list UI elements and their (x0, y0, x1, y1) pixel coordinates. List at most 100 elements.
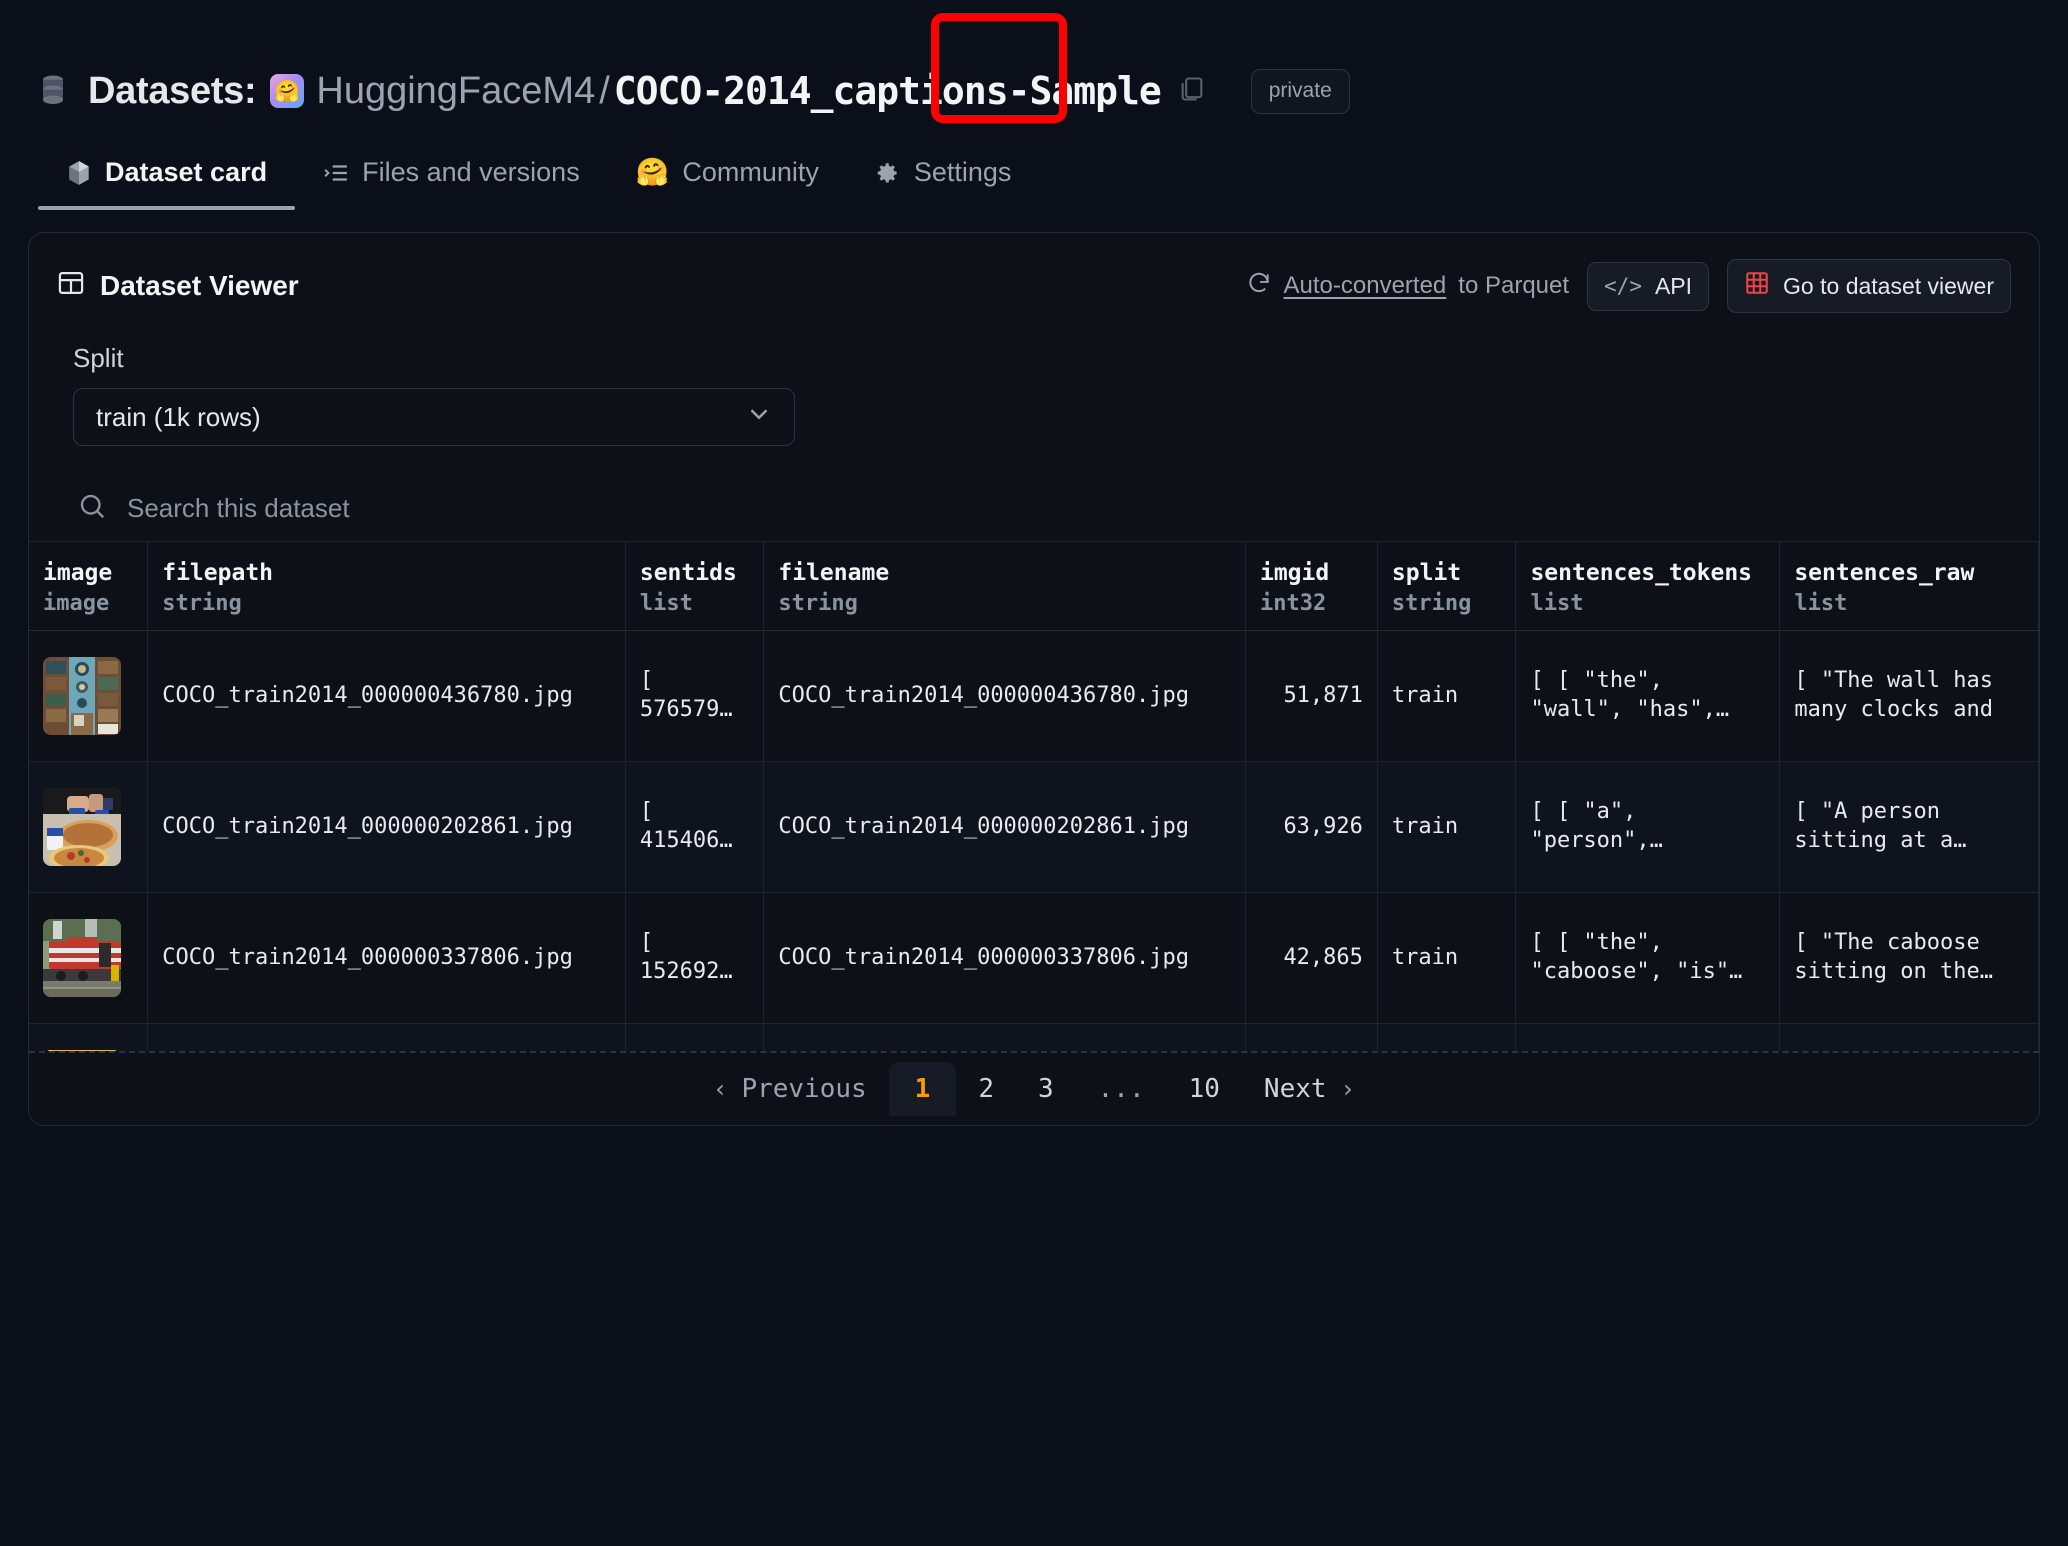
viewer-title-text: Dataset Viewer (100, 270, 299, 301)
cell-sentences-tokens: [ [ "a", "person",… (1515, 761, 1781, 893)
search-row[interactable]: Search this dataset (29, 476, 2039, 542)
search-input[interactable]: Search this dataset (127, 493, 350, 524)
column-name: image (43, 560, 113, 586)
column-header-sentences-tokens[interactable]: sentences_tokens list (1515, 542, 1781, 631)
page-button-1[interactable]: 1 (888, 1062, 957, 1116)
column-type: image (43, 591, 110, 616)
tab-community[interactable]: 🤗 Community (608, 156, 847, 210)
page-button-2[interactable]: 2 (956, 1062, 1016, 1116)
page-button-10[interactable]: 10 (1167, 1062, 1242, 1116)
table-row[interactable]: COCO_train2014_000000337806.jpg [ 152692… (29, 892, 2039, 1024)
cell-sentences-raw: [ "The wall has many clocks and (1779, 630, 2039, 762)
column-header-split[interactable]: split string (1377, 542, 1517, 631)
tab-bar: Dataset card Files and versions 🤗 Commun… (0, 130, 2068, 210)
tab-label: Dataset card (105, 157, 268, 187)
table-row[interactable]: COCO_train2014_000000436780.jpg [ 576579… (29, 630, 2039, 762)
files-icon (323, 160, 349, 186)
ellipsis: ... (1097, 1074, 1145, 1104)
cell-imgid: 42,865 (1245, 892, 1378, 1024)
cell-sentences-tokens: [ [ "the", "wall", "has",… (1515, 630, 1781, 762)
pizza-table-thumbnail[interactable] (43, 787, 121, 866)
column-name: filepath (162, 560, 274, 586)
column-header-sentences-raw[interactable]: sentences_raw list (1779, 542, 2039, 631)
column-type: int32 (1259, 591, 1327, 616)
column-type: string (1391, 591, 1472, 616)
cell-image[interactable] (29, 630, 149, 762)
go-to-viewer-label: Go to dataset viewer (1783, 272, 1994, 299)
page-number: 10 (1188, 1074, 1220, 1104)
viewer-actions: Auto-converted to Parquet </> API Go to … (1246, 259, 2011, 313)
auto-converted-suffix: to Parquet (1458, 272, 1570, 299)
column-name: sentences_tokens (1530, 560, 1753, 586)
page-number: 1 (914, 1074, 931, 1104)
split-select-value: train (1k rows) (96, 401, 261, 432)
status-badge: private (1250, 68, 1350, 114)
hugging-face-icon: 🤗 (635, 157, 670, 187)
cell-filepath: COCO_train2014_000000337806.jpg (147, 892, 626, 1024)
tab-label: Settings (913, 157, 1012, 187)
column-name: split (1391, 560, 1462, 586)
column-name: imgid (1259, 560, 1330, 586)
search-icon (77, 491, 107, 526)
previous-page-button[interactable]: ‹ Previous (691, 1062, 889, 1116)
cell-sentids: [ 152692… (625, 892, 765, 1024)
cell-image[interactable] (29, 892, 149, 1024)
cell-filename: COCO_train2014_000000337806.jpg (763, 892, 1246, 1024)
owner-link[interactable]: 🤗 HuggingFaceM4 (270, 70, 595, 113)
api-button[interactable]: </> API (1587, 261, 1710, 311)
column-header-filename[interactable]: filename string (763, 542, 1246, 631)
chevron-down-icon (744, 399, 774, 436)
tab-files-and-versions[interactable]: Files and versions (295, 157, 608, 210)
cell-imgid: 51,871 (1245, 630, 1378, 762)
pagination: ‹ Previous 1 2 3 ... 10 Next › (29, 1051, 2039, 1125)
code-icon: </> (1604, 274, 1642, 298)
column-header-sentids[interactable]: sentids list (625, 542, 765, 631)
red-train-caboose-thumbnail[interactable] (43, 918, 121, 997)
cell-image[interactable] (29, 761, 149, 893)
auto-converted-link[interactable]: Auto-converted to Parquet (1246, 270, 1570, 303)
column-name: sentences_raw (1794, 560, 1975, 586)
tab-label: Files and versions (362, 157, 580, 187)
next-page-button[interactable]: Next › (1242, 1062, 1377, 1116)
chevron-left-icon: ‹ (712, 1075, 728, 1103)
database-icon (38, 74, 68, 108)
go-to-dataset-viewer-button[interactable]: Go to dataset viewer (1727, 259, 2011, 313)
column-type: list (1530, 591, 1584, 616)
column-name: sentids (639, 560, 737, 586)
viewer-title: Dataset Viewer (57, 269, 299, 304)
datasets-label: Datasets: (88, 69, 257, 112)
page-number: 2 (978, 1074, 994, 1104)
column-header-imgid[interactable]: imgid int32 (1245, 542, 1378, 631)
table-header-row: image image filepath string sentids list… (29, 542, 2039, 631)
column-type: list (639, 591, 693, 616)
avatar: 🤗 (270, 74, 305, 108)
chevron-right-icon: › (1340, 1075, 1355, 1103)
repo-name[interactable]: COCO-2014_captions-Sample (614, 69, 1162, 113)
page-button-3[interactable]: 3 (1016, 1062, 1076, 1116)
table-row[interactable]: COCO_train2014_000000202861.jpg [ 415406… (29, 761, 2039, 893)
page-ellipsis: ... (1076, 1062, 1167, 1116)
cell-split: train (1377, 761, 1517, 893)
tab-dataset-card[interactable]: Dataset card (38, 157, 296, 210)
cell-filepath: COCO_train2014_000000436780.jpg (147, 630, 626, 762)
page-header: Datasets: 🤗 HuggingFaceM4 / COCO-2014_ca… (0, 0, 2068, 130)
split-select[interactable]: train (1k rows) (73, 388, 795, 446)
api-button-label: API (1654, 272, 1693, 299)
bookshelf-clocks-thumbnail[interactable] (43, 656, 121, 735)
cell-imgid: 63,926 (1245, 761, 1378, 893)
cell-sentences-raw: [ "A person sitting at a… (1779, 761, 2039, 893)
viewer-header: Dataset Viewer Auto-converted to Parquet… (29, 233, 2039, 313)
dataset-table: image image filepath string sentids list… (29, 542, 2039, 1125)
tab-label: Community (682, 156, 819, 187)
next-label: Next (1263, 1074, 1327, 1104)
copy-icon[interactable] (1179, 75, 1205, 108)
column-header-image[interactable]: image image (29, 542, 149, 631)
gear-icon (875, 160, 901, 186)
tab-settings[interactable]: Settings (847, 157, 1040, 210)
page-root: Datasets: 🤗 HuggingFaceM4 / COCO-2014_ca… (0, 0, 2068, 1546)
cube-icon (66, 159, 92, 187)
column-type: list (1794, 591, 1848, 616)
cell-sentences-tokens: [ [ "the", "caboose", "is"… (1515, 892, 1781, 1024)
column-header-filepath[interactable]: filepath string (147, 542, 626, 631)
cell-split: train (1377, 630, 1517, 762)
